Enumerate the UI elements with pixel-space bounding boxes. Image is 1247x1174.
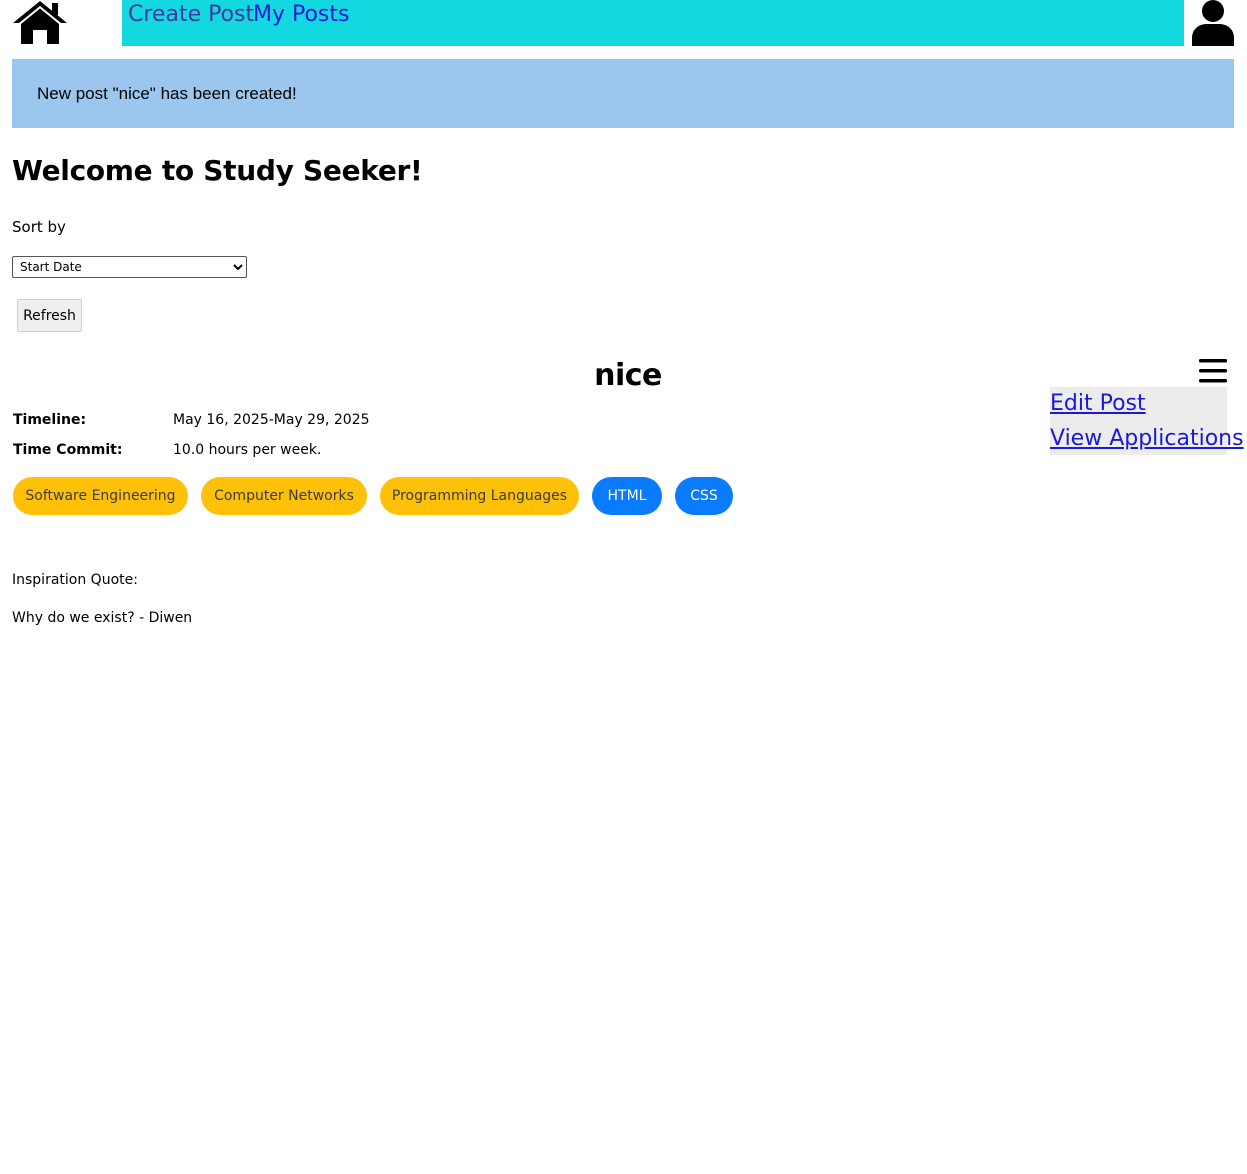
quote-text: Why do we exist? - Diwen — [12, 610, 193, 626]
time-commit-value: 10.0 hours per week. — [173, 442, 322, 458]
edit-post-link[interactable]: Edit Post — [1050, 389, 1146, 419]
page: Create Post My Posts New post "nice" has… — [0, 0, 1247, 1174]
success-alert: New post "nice" has been created! — [12, 59, 1234, 128]
quote-label: Inspiration Quote: — [12, 572, 138, 588]
timeline-label: Timeline: — [13, 412, 87, 428]
sort-select[interactable]: Start Date — [12, 256, 247, 278]
refresh-button[interactable]: Refresh — [17, 299, 82, 332]
tag-computer-networks: Computer Networks — [201, 477, 367, 515]
hamburger-menu-icon[interactable] — [1198, 357, 1228, 385]
view-applications-link[interactable]: View Applications — [1050, 424, 1244, 454]
tag-programming-languages: Programming Languages — [380, 477, 579, 515]
page-title: Welcome to Study Seeker! — [12, 154, 423, 187]
home-icon[interactable] — [12, 0, 68, 46]
time-commit-label: Time Commit: — [13, 442, 123, 458]
sort-label: Sort by — [12, 218, 66, 236]
tag-html: HTML — [592, 477, 662, 515]
post-options-menu: Edit Post View Applications — [1050, 387, 1244, 455]
user-icon[interactable] — [1190, 0, 1236, 46]
create-post-link[interactable]: Create Post — [128, 0, 254, 30]
top-nav-bar: Create Post My Posts — [122, 0, 1184, 46]
alert-message: New post "nice" has been created! — [37, 84, 297, 103]
timeline-value: May 16, 2025-May 29, 2025 — [173, 412, 370, 428]
tag-software-engineering: Software Engineering — [13, 477, 188, 515]
my-posts-link[interactable]: My Posts — [253, 0, 350, 30]
tag-css: CSS — [675, 477, 733, 515]
